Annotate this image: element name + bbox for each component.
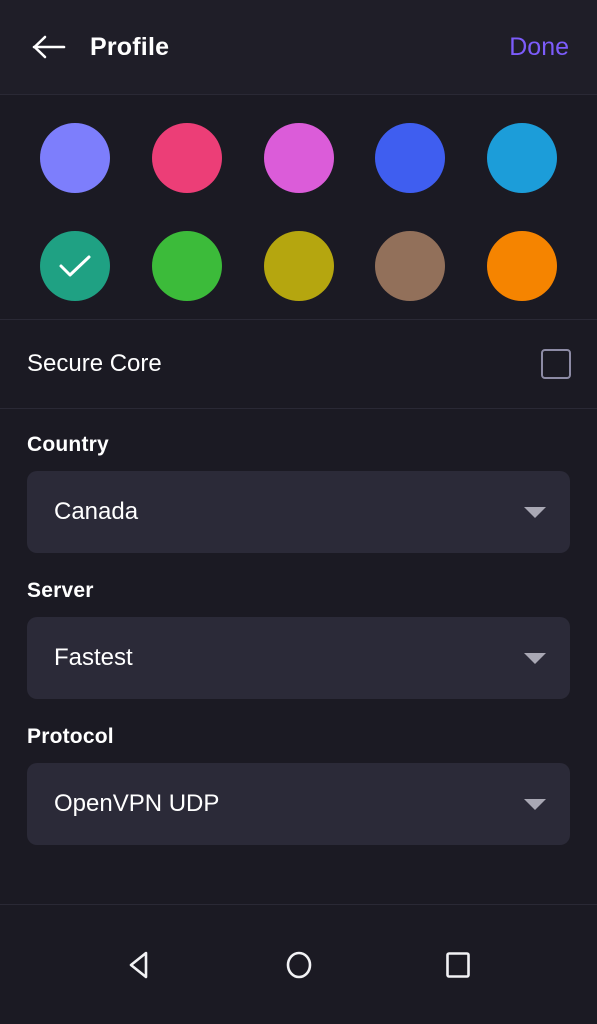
android-navigation-bar (0, 904, 597, 1024)
country-label: Country (27, 433, 109, 456)
secure-core-row[interactable]: Secure Core (0, 319, 597, 409)
color-picker (0, 95, 597, 319)
field-country: Country Canada (27, 433, 570, 553)
color-row-1 (40, 123, 557, 193)
field-protocol: Protocol OpenVPN UDP (27, 725, 570, 845)
color-swatch-periwinkle[interactable] (40, 123, 110, 193)
done-button[interactable]: Done (509, 33, 571, 62)
protocol-select[interactable]: OpenVPN UDP (27, 763, 570, 845)
square-recents-icon (441, 948, 475, 982)
color-swatch-royal-blue[interactable] (375, 123, 446, 193)
server-value: Fastest (54, 644, 133, 671)
triangle-back-icon (123, 948, 157, 982)
color-swatch-green[interactable] (151, 231, 222, 301)
country-select[interactable]: Canada (27, 471, 570, 553)
color-swatch-brown[interactable] (375, 231, 446, 301)
server-select[interactable]: Fastest (27, 617, 570, 699)
arrow-left-icon (32, 34, 66, 60)
chevron-down-icon (524, 506, 546, 518)
color-swatch-pink[interactable] (151, 123, 222, 193)
profile-content: Secure Core Country Canada Server Fastes… (0, 95, 597, 904)
chevron-down-icon (524, 798, 546, 810)
app-bar: Profile Done (0, 0, 597, 95)
protocol-label: Protocol (27, 725, 114, 748)
color-row-2 (40, 231, 557, 301)
server-label: Server (27, 579, 94, 602)
color-swatch-cyan-blue[interactable] (487, 123, 557, 193)
secure-core-checkbox[interactable] (541, 349, 571, 379)
back-button[interactable] (26, 24, 72, 70)
chevron-down-icon (524, 652, 546, 664)
profile-fields: Country Canada Server Fastest Protocol O… (0, 409, 597, 845)
country-value: Canada (54, 498, 139, 525)
field-server: Server Fastest (27, 579, 570, 699)
nav-home-button[interactable] (264, 930, 334, 1000)
color-swatch-orange[interactable] (487, 231, 557, 301)
color-swatch-olive[interactable] (263, 231, 334, 301)
color-swatch-orchid[interactable] (263, 123, 334, 193)
profile-screen: Profile Done Secure Core Country Canada … (0, 0, 597, 1024)
nav-back-button[interactable] (105, 930, 175, 1000)
protocol-value: OpenVPN UDP (54, 790, 220, 817)
page-title: Profile (90, 32, 170, 61)
circle-home-icon (282, 948, 316, 982)
color-swatch-teal-green-selected[interactable] (40, 231, 110, 301)
check-icon (57, 252, 93, 280)
nav-recents-button[interactable] (423, 930, 493, 1000)
secure-core-label: Secure Core (27, 350, 162, 377)
